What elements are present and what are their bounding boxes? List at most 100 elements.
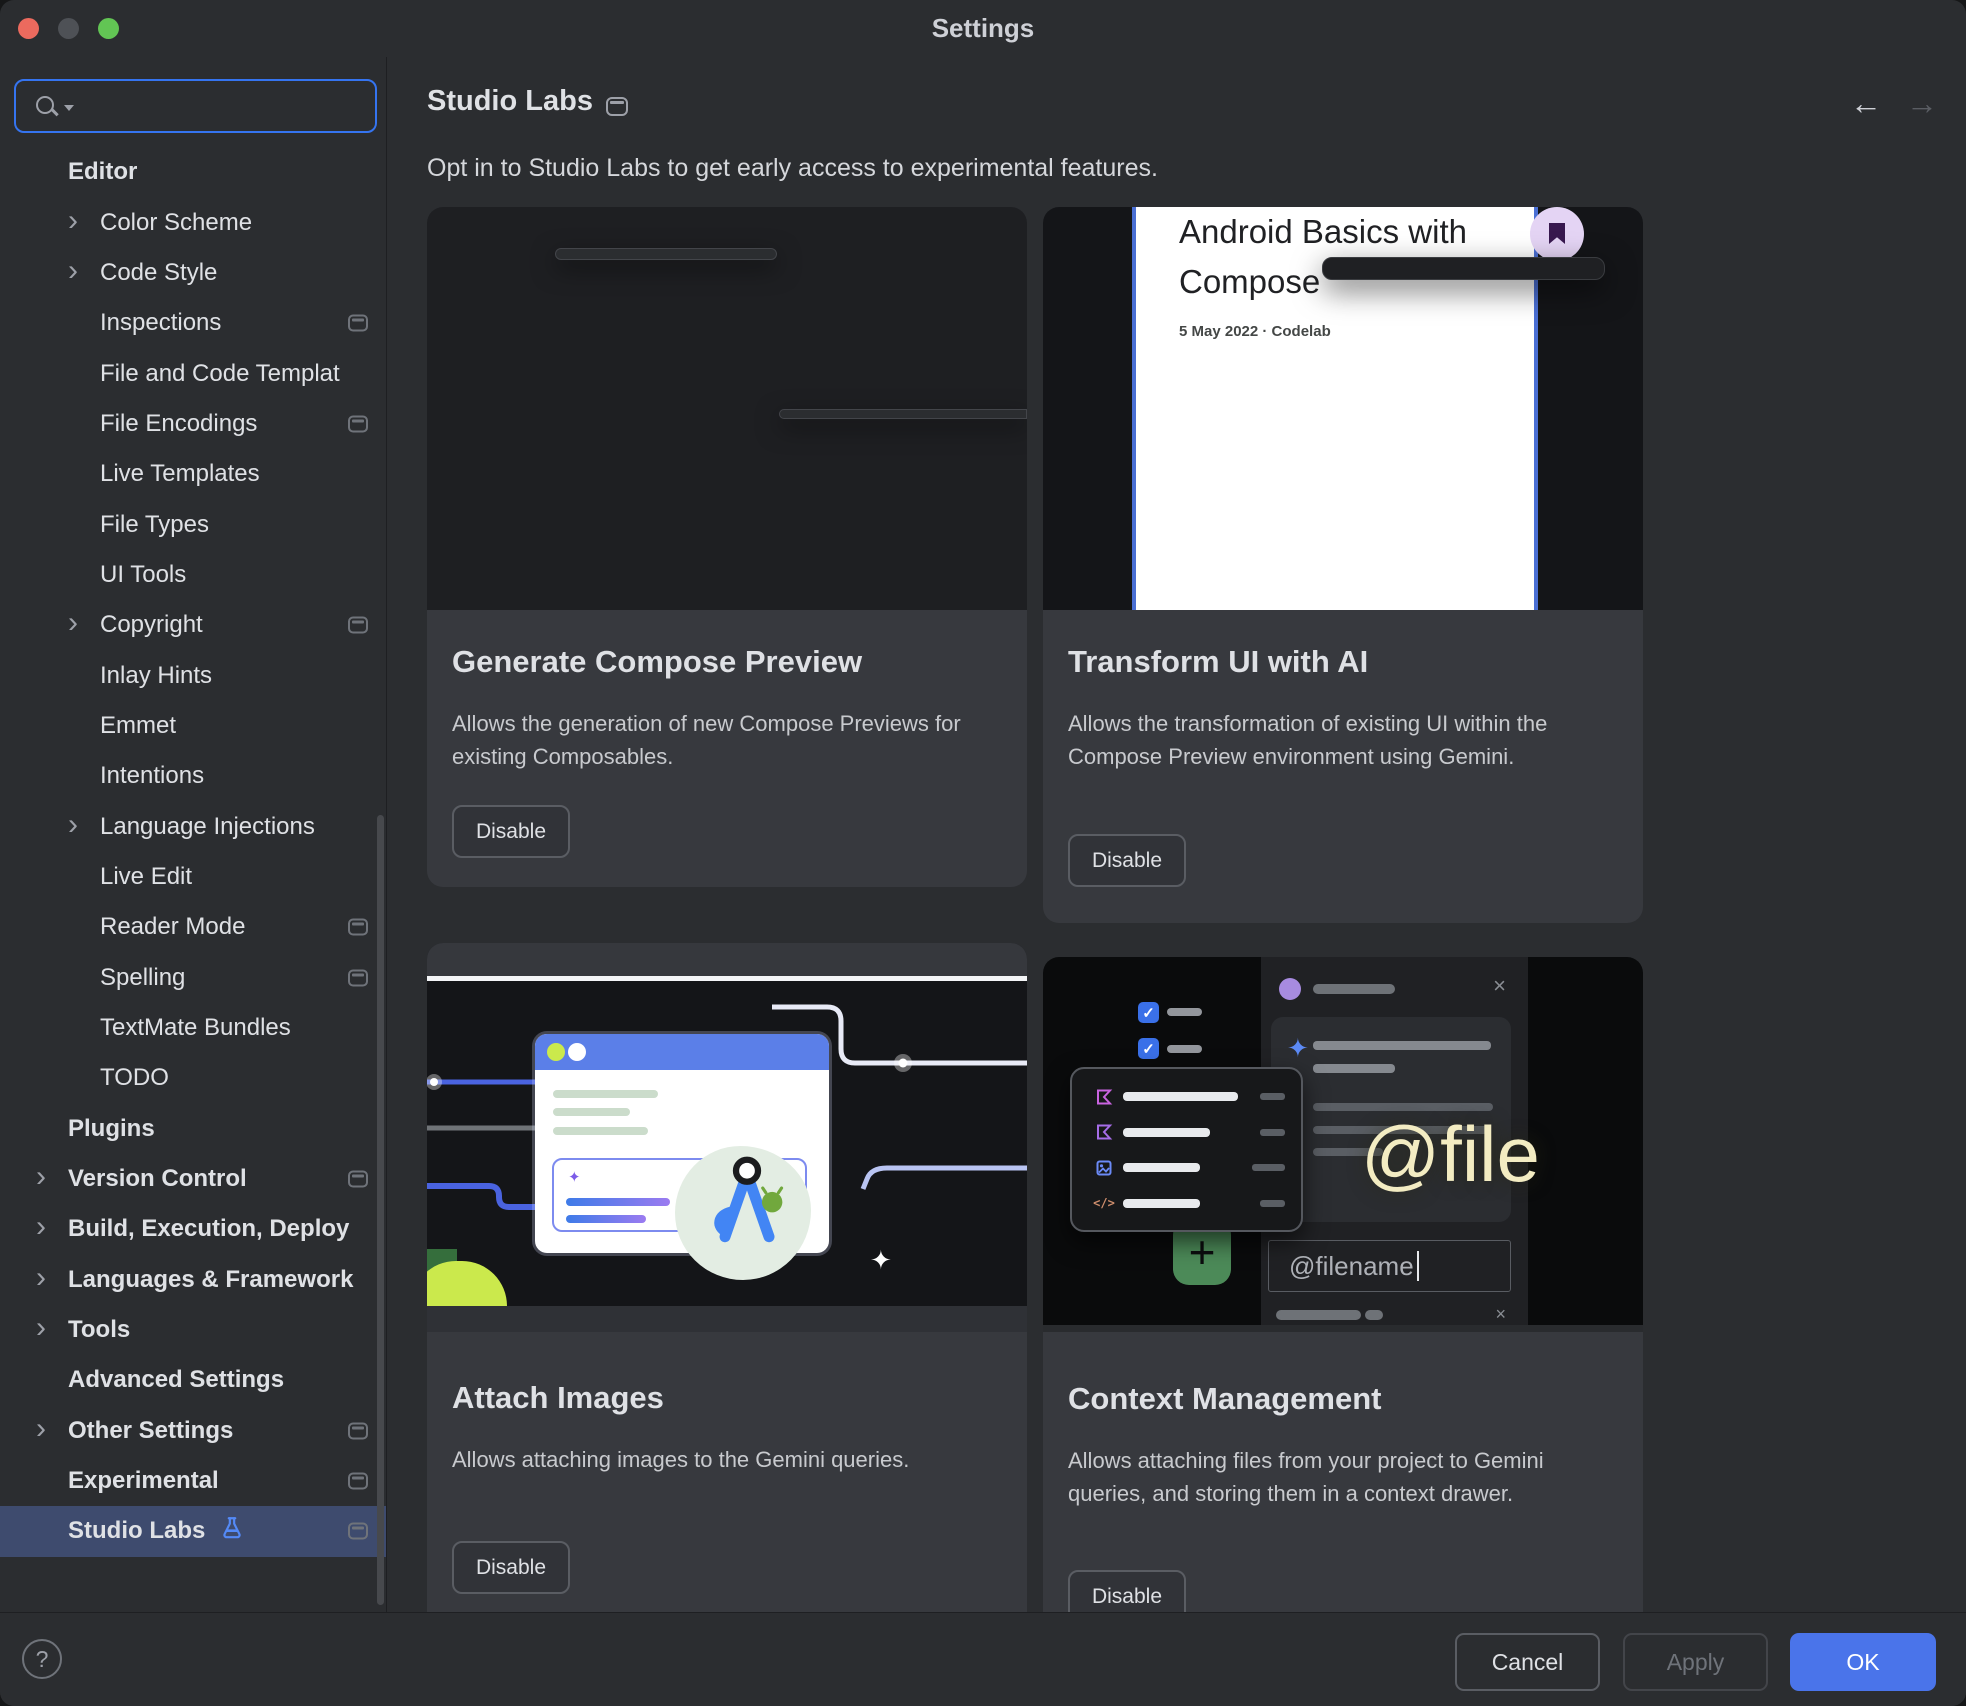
sidebar-item[interactable]: Live Edit (0, 852, 386, 902)
preview-context-menu (1322, 257, 1605, 280)
sidebar-item-label: Language Injections (100, 813, 315, 841)
attach-images-illustration: ✦ ✦ (427, 943, 1027, 1332)
modified-settings-icon (348, 1422, 368, 1439)
sidebar-item-label: Build, Execution, Deploy (68, 1215, 349, 1243)
modified-settings-icon (348, 969, 368, 986)
ok-button[interactable]: OK (1790, 1633, 1936, 1691)
sidebar-item[interactable]: Advanced Settings (0, 1355, 386, 1405)
forward-arrow-icon: → (1906, 87, 1938, 119)
sidebar-item-label: Editor (68, 158, 137, 186)
sidebar-item[interactable]: Live Templates (0, 449, 386, 499)
apply-button[interactable]: Apply (1623, 1633, 1768, 1691)
card-title: Generate Compose Preview (452, 644, 862, 680)
editor-context-menu (555, 248, 777, 260)
sidebar-item-label: File and Code Templat (100, 360, 340, 388)
card-description: Allows attaching files from your project… (1068, 1444, 1623, 1510)
sidebar-item[interactable]: TODO (0, 1053, 386, 1103)
illustration-bottom-strip (427, 1306, 1027, 1332)
article-heading-2: Compose (1179, 263, 1320, 301)
disable-button[interactable]: Disable (1068, 834, 1186, 887)
sidebar-item[interactable]: Languages & Framework (0, 1255, 386, 1305)
search-input[interactable] (80, 83, 367, 129)
sidebar-item-label: Experimental (68, 1467, 219, 1495)
sidebar-item-label: Live Edit (100, 863, 192, 891)
sidebar-item[interactable]: Inlay Hints (0, 650, 386, 700)
sidebar-item[interactable]: Other Settings (0, 1406, 386, 1456)
sidebar-item[interactable]: Intentions (0, 751, 386, 801)
modified-settings-icon (348, 1523, 368, 1540)
disable-button[interactable]: Disable (452, 805, 570, 858)
sidebar-item[interactable]: Build, Execution, Deploy (0, 1204, 386, 1254)
sidebar-item-label: Advanced Settings (68, 1366, 284, 1394)
sidebar-item[interactable]: Inspections (0, 298, 386, 348)
card-title: Attach Images (452, 1380, 664, 1416)
sidebar-item[interactable]: Copyright (0, 600, 386, 650)
sidebar-item[interactable]: Color Scheme (0, 197, 386, 247)
dialog-footer: ? Cancel Apply OK (0, 1612, 1966, 1706)
sidebar-item[interactable]: TextMate Bundles (0, 1003, 386, 1053)
settings-tree: Editor Color Scheme (0, 147, 386, 1557)
sidebar-item[interactable]: Emmet (0, 701, 386, 751)
feature-card-attach-images: ✦ ✦ Attach Images Allows attaching ima (427, 943, 1027, 1612)
sidebar-item[interactable]: Tools (0, 1305, 386, 1355)
settings-sidebar: Editor Color Scheme (0, 57, 387, 1612)
card-title: Context Management (1068, 1381, 1381, 1417)
image-file-icon (1094, 1158, 1114, 1178)
card-description: Allows the transformation of existing UI… (1068, 707, 1623, 773)
sidebar-item-label: Live Templates (100, 460, 260, 488)
sidebar-item-label: Studio Labs (68, 1517, 205, 1545)
sidebar-item[interactable]: Experimental (0, 1456, 386, 1506)
sidebar-item-label: Languages & Framework (68, 1266, 353, 1294)
sidebar-item-label: Copyright (100, 611, 203, 639)
sidebar-item[interactable]: Code Style (0, 248, 386, 298)
compose-preview-screenshot: Android Basics with Compose 5 May 2022 ·… (1043, 207, 1643, 610)
sidebar-item[interactable]: File Encodings (0, 399, 386, 449)
sidebar-item-label: Tools (68, 1316, 130, 1344)
sidebar-item-label: Other Settings (68, 1417, 233, 1445)
sidebar-item-label: Inlay Hints (100, 662, 212, 690)
sidebar-item[interactable]: Language Injections (0, 801, 386, 851)
sidebar-item[interactable]: Editor (0, 147, 386, 197)
card-title: Transform UI with AI (1068, 644, 1368, 680)
bookmark-icon (1530, 207, 1584, 261)
modified-settings-icon (348, 1473, 368, 1490)
sparkle-icon: ✦ (870, 1245, 892, 1276)
search-box[interactable] (14, 79, 377, 133)
filename-input-illustration: @filename (1268, 1240, 1511, 1292)
kotlin-file-icon (1094, 1122, 1114, 1142)
help-icon[interactable]: ? (22, 1639, 62, 1679)
main-panel: Studio Labs ← → Opt in to Studio Labs to… (388, 57, 1966, 1612)
sidebar-item-label: File Types (100, 511, 209, 539)
sidebar-item[interactable]: Studio Labs (0, 1506, 386, 1556)
text-caret (1417, 1251, 1419, 1281)
sidebar-item[interactable]: Spelling (0, 953, 386, 1003)
context-management-illustration: × ✦ × ✓ ✓ + (1043, 957, 1643, 1332)
sidebar-item[interactable]: UI Tools (0, 550, 386, 600)
disable-button[interactable]: Disable (452, 1541, 570, 1594)
sidebar-item[interactable]: Version Control (0, 1154, 386, 1204)
modified-settings-icon (348, 315, 368, 332)
titlebar: Settings (0, 0, 1966, 57)
sidebar-item-label: Plugins (68, 1115, 155, 1143)
cancel-button[interactable]: Cancel (1455, 1633, 1600, 1691)
flask-icon (219, 1515, 245, 1548)
sidebar-scrollbar[interactable] (377, 815, 384, 1605)
disable-button[interactable]: Disable (1068, 1570, 1186, 1612)
card-description: Allows the generation of new Compose Pre… (452, 707, 1007, 773)
context-files-panel: </> (1070, 1067, 1303, 1232)
sidebar-item[interactable]: File and Code Templat (0, 348, 386, 398)
modified-settings-icon (348, 919, 368, 936)
search-dropdown-icon[interactable] (64, 105, 74, 111)
android-studio-compass-icon (709, 1155, 785, 1265)
section-options-icon[interactable] (606, 97, 628, 116)
sidebar-item[interactable]: File Types (0, 499, 386, 549)
modified-settings-icon (348, 617, 368, 634)
modified-settings-icon (348, 415, 368, 432)
settings-window: Settings Editor (0, 0, 1966, 1706)
sidebar-item[interactable]: Reader Mode (0, 902, 386, 952)
checkbox-checked-icon: ✓ (1138, 1038, 1159, 1059)
sidebar-item[interactable]: Plugins (0, 1104, 386, 1154)
back-arrow-icon[interactable]: ← (1850, 87, 1882, 119)
editor-screenshot (427, 207, 1027, 610)
sidebar-item-label: Inspections (100, 309, 221, 337)
